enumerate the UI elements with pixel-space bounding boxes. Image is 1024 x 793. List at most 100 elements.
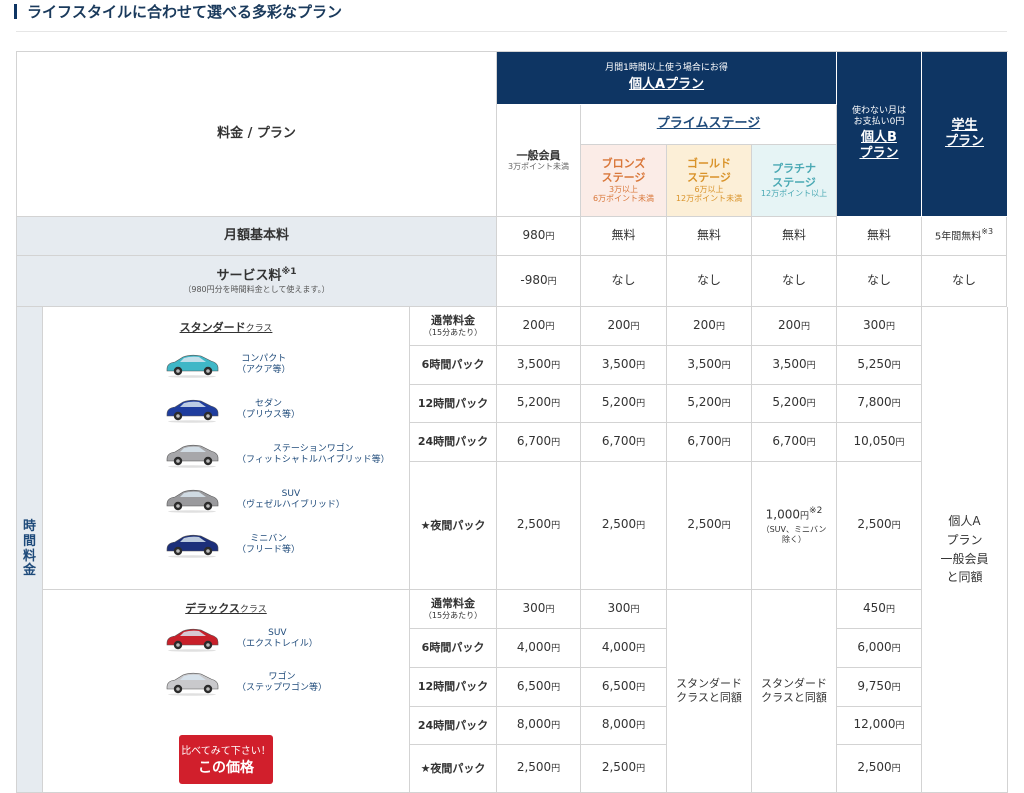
standard-price-cell: 200円 (667, 307, 752, 346)
price-value: 10,050 (853, 433, 896, 448)
deluxe-row-label-cell: ★夜間パック (410, 745, 497, 793)
price-wrap: 200円 (523, 318, 555, 334)
service-value-wrap: なし (697, 273, 721, 289)
car-example: （フリード等） (237, 545, 301, 555)
standard-row-label: 24時間パック (417, 435, 489, 449)
price-wrap: 3,500円 (687, 357, 730, 373)
price-wrap: 2,500円 (517, 517, 560, 533)
car-text: コンパクト （アクア等） (237, 354, 291, 377)
price-value: 4,000 (601, 639, 637, 654)
price-wrap: 2,500円 (602, 517, 645, 533)
planB-name: 個人B プラン (859, 130, 899, 162)
price-value: 200 (607, 317, 631, 332)
service-value-text: なし (866, 272, 891, 287)
yen-unit: 円 (800, 321, 810, 332)
deluxe-price-cell: 8,000円 (581, 707, 667, 745)
yen-unit: 円 (636, 682, 646, 693)
price-value: 2,500 (516, 760, 552, 775)
service-value-text: なし (951, 272, 976, 287)
deluxe-price-cell: 6,000円 (837, 629, 922, 668)
price-value: 6,500 (601, 678, 637, 693)
gold-header: ゴールド ステージ 6万以上 12万ポイント未満 (667, 145, 752, 217)
yen-unit: 円 (800, 511, 810, 522)
monthly-value: 無料 (581, 217, 667, 256)
car-row: ミニバン （フリード等） (163, 532, 300, 558)
prime-stage: プライムステージ (656, 116, 761, 132)
price-value: 2,500 (687, 517, 722, 532)
price-wrap: 3,500円 (602, 357, 645, 373)
monthly-value: 5年間無料※3 (922, 217, 1007, 256)
service-value-wrap: なし (782, 273, 806, 289)
yen-unit: 円 (891, 764, 901, 775)
monthly-unit: 円 (545, 231, 555, 242)
price-wrap: 1,000円※2 (766, 506, 823, 524)
deluxe-row-label-cell: 通常料金 （15分あたり） (410, 590, 497, 629)
car-icon (166, 628, 219, 652)
time-fee-label-cell: 時間料金 (17, 307, 43, 793)
deluxe-class-name: デラックス (185, 602, 240, 615)
service-value: なし (922, 256, 1007, 307)
car-icon (166, 354, 219, 378)
monthly-value-wrap: 980円 (523, 228, 555, 244)
header-corner: 料金 / プラン (17, 52, 497, 217)
compare-price-button[interactable]: 比べてみて下さい！ この価格 (179, 735, 273, 784)
service-label-wrap: サービス料※1 (216, 267, 296, 285)
price-value: 6,700 (601, 433, 637, 448)
price-wrap: 6,700円 (772, 434, 815, 450)
standard-row-label-cell: 24時間パック (410, 423, 497, 462)
yen-unit: 円 (721, 437, 731, 448)
service-value-wrap: なし (611, 273, 635, 289)
service-value: -980円 (497, 256, 581, 307)
price-wrap: 6,000円 (857, 640, 900, 656)
deluxe-price-cell: 2,500円 (581, 745, 667, 793)
price-wrap: 6,700円 (602, 434, 645, 450)
student-header[interactable]: 学生 プラン (922, 52, 1008, 217)
service-value: なし (752, 256, 837, 307)
platinum-sub: 12万ポイント以上 (760, 189, 828, 199)
night-sub: （SUV、ミニバン 除く） (761, 524, 827, 544)
price-value: 6,700 (772, 433, 807, 448)
planB-header[interactable]: 使わない月は お支払い0円 個人B プラン (837, 52, 922, 217)
bronze-label: ブロンズ ステージ (601, 157, 646, 184)
yen-unit: 円 (721, 399, 731, 410)
price-wrap: 3,500円 (772, 357, 815, 373)
time-fee-label: 時間料金 (22, 518, 36, 579)
deluxe-price-cell: 4,000円 (497, 629, 581, 668)
standard-row-sub: （15分あたり） (423, 327, 483, 337)
price-value: 12,000 (853, 717, 896, 732)
deluxe-price-cell: 300円 (581, 590, 667, 629)
deluxe-price-cell: 300円 (497, 590, 581, 629)
price-wrap: 6,500円 (517, 679, 560, 695)
car-name: コンパクト (241, 353, 287, 364)
service-label: サービス料 (216, 268, 282, 284)
yen-unit: 円 (891, 360, 901, 371)
standard-row-label-cell: 通常料金 （15分あたり） (410, 307, 497, 346)
car-name: ステーションワゴン (272, 443, 354, 454)
section-title-text: ライフスタイルに合わせて選べる多彩なプラン (27, 2, 343, 21)
standard-price-cell: 3,500円 (497, 346, 581, 385)
service-value-text: なし (611, 272, 636, 287)
service-sub: （980円分を時間料金として使えます。） (183, 284, 330, 294)
standard-row-label-cell: 6時間パック (410, 346, 497, 385)
standard-price-cell: 200円 (497, 307, 581, 346)
car-icon (166, 444, 219, 468)
section-title: ライフスタイルに合わせて選べる多彩なプラン (14, 0, 342, 22)
price-wrap: 5,200円 (772, 395, 815, 411)
standard-price-cell: 6,700円 (497, 423, 581, 462)
yen-unit: 円 (636, 764, 646, 775)
yen-unit: 円 (636, 721, 646, 732)
monthly-value: 980円 (497, 217, 581, 256)
general-member-header: 一般会員 3万ポイント未満 (497, 105, 581, 217)
price-value: 200 (693, 317, 716, 332)
general-member-sub: 3万ポイント未満 (507, 162, 570, 172)
same-as-standard-gold: スタンダード クラスと同額 (676, 677, 742, 704)
price-value: 450 (863, 600, 886, 615)
deluxe-price-cell: 4,000円 (581, 629, 667, 668)
price-wrap: 4,000円 (602, 640, 645, 656)
price-wrap: 8,000円 (517, 717, 560, 733)
yen-unit: 円 (551, 682, 561, 693)
planA-header[interactable]: 月間1時間以上使う場合にお得 個人Aプラン (497, 52, 837, 105)
price-wrap: 4,000円 (517, 640, 560, 656)
prime-stage-header[interactable]: プライムステージ (581, 105, 837, 145)
standard-price-cell: 6,700円 (581, 423, 667, 462)
